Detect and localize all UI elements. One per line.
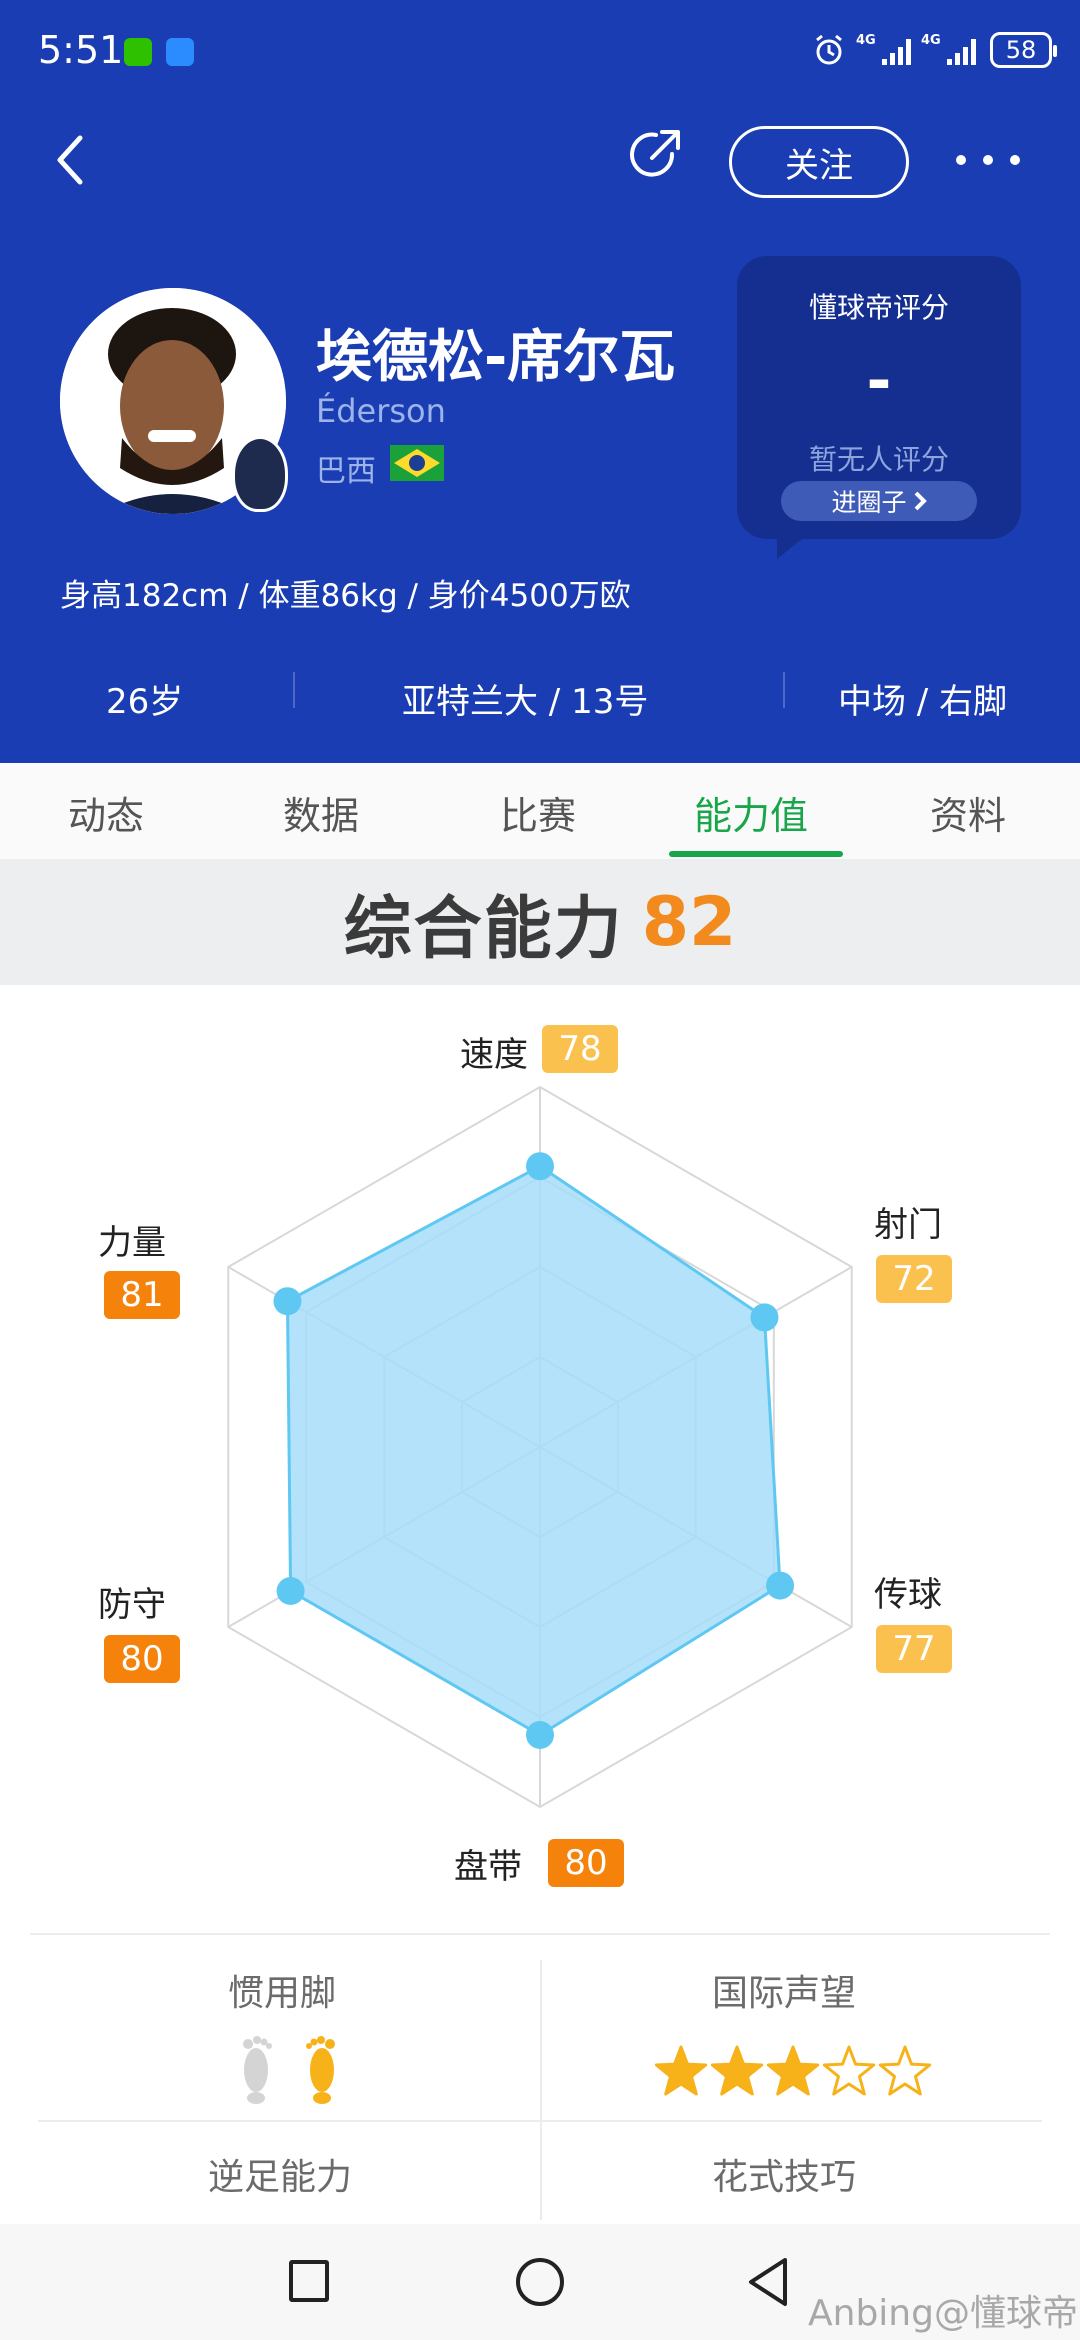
follow-button-label: 关注 <box>785 145 853 186</box>
watermark: Anbing@懂球帝 <box>808 2293 1078 2334</box>
stat-name-passing: 传球 <box>874 1575 942 1615</box>
radar-point-盘带 <box>526 1721 554 1749</box>
radar-point-传球 <box>766 1571 795 1600</box>
rating-title: 懂球帝评分 <box>808 291 949 324</box>
alarm-icon <box>816 34 842 65</box>
reputation-stars <box>655 2045 932 2096</box>
star-icon <box>766 2045 820 2096</box>
stat-value-dribbling: 80 <box>548 1839 624 1887</box>
player-name: 埃德松-席尔瓦 <box>316 325 676 390</box>
player-attributes: 26岁 亚特兰大 / 13号 中场 / 右脚 <box>0 660 1080 732</box>
preferred-foot-title: 惯用脚 <box>228 1973 337 2014</box>
radar-data-area <box>285 1164 782 1737</box>
overall-rating-value: 82 <box>641 882 737 962</box>
chevron-right-icon <box>914 491 927 511</box>
club-badge-icon <box>232 436 288 512</box>
stat-name-dribbling: 盘带 <box>454 1847 522 1887</box>
preferred-foot-footprint-icons <box>243 2036 335 2104</box>
status-time: 5:51 <box>38 28 124 72</box>
radar-point-力量 <box>273 1287 302 1316</box>
divider <box>783 672 785 708</box>
share-icon[interactable] <box>624 124 686 186</box>
tab-news[interactable]: 动态 <box>68 785 144 840</box>
left-footprint-icon <box>243 2036 272 2104</box>
skill-moves-title: 花式技巧 <box>712 2157 857 2198</box>
player-name-english: Éderson <box>316 392 446 430</box>
reputation-title: 国际声望 <box>712 1973 857 2014</box>
star-icon <box>710 2045 764 2096</box>
stat-name-defending: 防守 <box>98 1585 166 1625</box>
status-bar: 5:51 4G 4G 58 <box>0 0 1080 100</box>
back-arrow-icon[interactable] <box>50 132 94 188</box>
divider <box>540 1960 542 2220</box>
right-footprint-icon <box>306 2036 335 2104</box>
overall-rating-label: 综合能力 <box>343 889 624 969</box>
player-club-number: 亚特兰大 / 13号 <box>402 682 649 722</box>
join-circle-label: 进圈子 <box>831 488 907 517</box>
tab-bar: 动态 数据 比赛 能力值 资料 <box>0 763 1080 859</box>
stat-name-speed: 速度 <box>460 1035 528 1075</box>
recent-apps-icon[interactable] <box>289 2260 329 2302</box>
star-icon <box>655 2045 708 2096</box>
more-dots-icon[interactable] <box>956 138 1020 182</box>
radar-point-防守 <box>276 1577 305 1605</box>
player-header: 5:51 4G 4G 58 关注 埃德松-席尔瓦 Éderson 巴西 懂球帝评… <box>0 0 1080 763</box>
tab-data[interactable]: 数据 <box>283 785 359 840</box>
signal-icon: 4G <box>921 33 976 65</box>
divider <box>30 1933 1050 1935</box>
ability-radar-chart: 速度 78 射门 72 传球 77 盘带 80 防守 80 力量 81 <box>0 985 1080 1925</box>
signal-icon: 4G <box>856 33 911 65</box>
player-country: 巴西 <box>316 454 376 489</box>
nav-back-icon[interactable] <box>745 2256 791 2308</box>
system-navigation-bar: Anbing@懂球帝 <box>0 2224 1080 2340</box>
star-icon <box>878 2045 932 2096</box>
rating-card: 懂球帝评分 - 暂无人评分 进圈子 <box>737 256 1021 559</box>
player-age: 26岁 <box>106 682 184 722</box>
star-icon <box>822 2045 876 2096</box>
divider <box>293 672 295 708</box>
tab-ability[interactable]: 能力值 <box>694 785 808 840</box>
tab-matches[interactable]: 比赛 <box>500 785 576 840</box>
stat-value-shooting: 72 <box>876 1255 952 1303</box>
weak-foot-title: 逆足能力 <box>208 2157 353 2198</box>
stat-value-defending: 80 <box>104 1635 180 1683</box>
divider <box>38 2120 1042 2122</box>
wechat-notification-icon <box>124 38 152 66</box>
status-indicators: 4G 4G 58 <box>812 32 1057 68</box>
overall-rating-banner: 综合能力 82 <box>0 859 1080 985</box>
tab-indicator <box>669 851 843 857</box>
radar-point-射门 <box>750 1303 779 1332</box>
radar-svg <box>227 1085 853 1809</box>
player-position-foot: 中场 / 右脚 <box>838 682 1008 722</box>
rating-value: - <box>866 346 892 416</box>
brazil-flag-icon <box>390 445 444 481</box>
stat-value-speed: 78 <box>542 1025 618 1073</box>
join-circle-button[interactable]: 进圈子 <box>781 481 977 521</box>
tab-profile[interactable]: 资料 <box>930 785 1006 840</box>
rating-empty-text: 暂无人评分 <box>808 443 949 476</box>
stat-value-passing: 77 <box>876 1625 952 1673</box>
battery-icon: 58 <box>990 32 1057 68</box>
stat-name-strength: 力量 <box>98 1223 166 1263</box>
radar-point-速度 <box>526 1152 554 1181</box>
follow-button[interactable]: 关注 <box>729 126 909 198</box>
home-icon[interactable] <box>516 2258 564 2306</box>
stat-name-shooting: 射门 <box>874 1205 942 1245</box>
player-info: 身高182cm / 体重86kg / 身价4500万欧 <box>60 578 631 614</box>
stat-value-strength: 81 <box>104 1271 180 1319</box>
battery-level: 58 <box>1005 36 1037 64</box>
weather-notification-icon <box>166 38 194 66</box>
